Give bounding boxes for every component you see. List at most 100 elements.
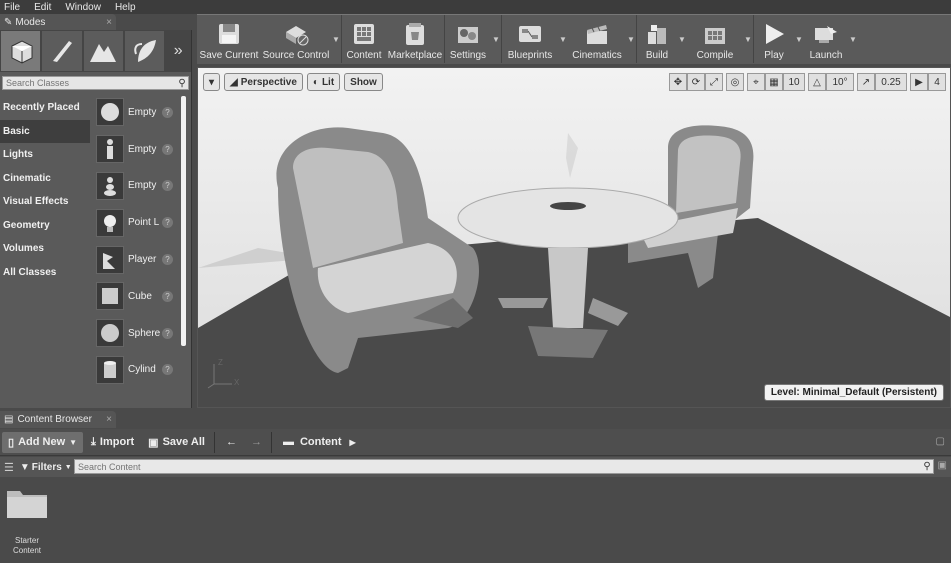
foliage-mode-button[interactable]	[125, 31, 165, 71]
level-viewport[interactable]: ▾ ◢ Perspective ◐ Lit Show ✥ ⟳ ⤢ ◎ ⌖ ▦ 10 …	[197, 67, 951, 408]
menu-edit[interactable]: Edit	[30, 2, 61, 13]
toolbar-divider	[213, 431, 215, 453]
back-button[interactable]: ←	[220, 432, 243, 453]
help-icon[interactable]: ?	[162, 180, 173, 192]
cube-icon	[96, 282, 124, 311]
compile-dropdown[interactable]: ▼	[743, 15, 753, 63]
breadcrumb[interactable]: ▬ Content ▶	[277, 432, 362, 453]
cinematics-button[interactable]: Cinematics	[568, 15, 626, 63]
perspective-icon: ◢	[230, 76, 238, 88]
play-dropdown[interactable]: ▼	[794, 15, 804, 63]
import-button[interactable]: ⤓ Import	[85, 432, 140, 453]
class-list-scrollbar[interactable]	[181, 96, 186, 346]
content-button[interactable]: Content	[342, 15, 386, 63]
list-item[interactable]: Point L ?	[92, 204, 178, 241]
category-recently-placed[interactable]: Recently Placed	[0, 96, 90, 120]
menu-help[interactable]: Help	[111, 2, 146, 13]
help-icon[interactable]: ?	[162, 327, 173, 339]
blueprints-button[interactable]: Blueprints	[502, 15, 558, 63]
item-label: Point L	[128, 217, 160, 229]
content-filter-bar: ☰ ▼ Filters ▼ ⚲ ▣	[0, 457, 951, 477]
lock-icon[interactable]: ▢	[936, 436, 945, 447]
category-all-classes[interactable]: All Classes	[0, 261, 90, 285]
menu-window[interactable]: Window	[61, 2, 111, 13]
cinematics-dropdown[interactable]: ▼	[626, 15, 636, 63]
blueprints-dropdown[interactable]: ▼	[558, 15, 568, 63]
category-basic[interactable]: Basic	[0, 119, 90, 143]
toolbar-divider	[270, 431, 272, 453]
help-icon[interactable]: ?	[162, 217, 173, 229]
list-item[interactable]: Cylind ?	[92, 352, 178, 389]
help-icon[interactable]: ?	[162, 254, 173, 266]
list-item[interactable]: Empty ?	[92, 131, 178, 168]
forward-button[interactable]: →	[245, 432, 268, 453]
save-all-button[interactable]: ▣ Save All	[142, 432, 211, 453]
settings-dropdown[interactable]: ▼	[491, 15, 501, 63]
filters-button[interactable]: ▼ Filters ▼	[18, 462, 78, 473]
category-visual-effects[interactable]: Visual Effects	[0, 190, 90, 214]
category-geometry[interactable]: Geometry	[0, 214, 90, 238]
marketplace-icon	[401, 20, 429, 48]
search-content-field[interactable]: ⚲	[74, 459, 934, 474]
chevron-down-icon: ▼	[64, 463, 72, 471]
help-icon[interactable]: ?	[162, 143, 173, 155]
player-start-icon	[96, 245, 124, 274]
menu-bar: File Edit Window Help	[0, 0, 951, 14]
search-classes-field[interactable]: ⚲	[2, 76, 189, 90]
class-item-list: Empty ? Empty ? Empty ? Point L ? Player…	[92, 94, 178, 408]
launch-button[interactable]: Launch	[804, 15, 848, 63]
list-item[interactable]: Player ?	[92, 241, 178, 278]
lit-button[interactable]: ◐ Lit	[306, 73, 341, 91]
light-bulb-icon	[96, 208, 124, 237]
more-modes-icon[interactable]: »	[165, 30, 191, 72]
launch-icon	[812, 20, 840, 48]
list-item[interactable]: Empty ?	[92, 168, 178, 205]
mode-icon-bar: »	[0, 30, 191, 72]
build-dropdown[interactable]: ▼	[677, 15, 687, 63]
save-icon: ▣	[148, 436, 159, 449]
search-icon: ⚲	[178, 77, 186, 89]
source-control-dropdown[interactable]: ▼	[331, 15, 341, 63]
modes-tab[interactable]: ✎ Modes ×	[0, 14, 116, 30]
help-icon[interactable]: ?	[162, 364, 173, 376]
compile-icon	[701, 20, 729, 48]
content-browser-tab[interactable]: ▤ Content Browser ×	[0, 411, 116, 428]
help-icon[interactable]: ?	[162, 290, 173, 302]
item-label: Empty	[128, 106, 157, 118]
save-current-button[interactable]: Save Current	[197, 15, 261, 63]
category-cinematic[interactable]: Cinematic	[0, 167, 90, 191]
empty-pawn-icon	[96, 171, 124, 200]
add-new-button[interactable]: ▯ Add New ▼	[2, 431, 84, 453]
landscape-mode-button[interactable]	[83, 31, 124, 71]
place-mode-button[interactable]	[1, 31, 41, 71]
play-button[interactable]: Play	[754, 15, 794, 63]
modes-tab-title: Modes	[15, 16, 46, 28]
launch-dropdown[interactable]: ▼	[848, 15, 858, 63]
source-control-button[interactable]: Source Control	[261, 15, 331, 63]
item-label: Cylind	[128, 364, 156, 376]
list-item[interactable]: Empty ?	[92, 94, 178, 131]
search-classes-input[interactable]	[3, 77, 176, 89]
category-lights[interactable]: Lights	[0, 143, 90, 167]
show-button[interactable]: Show	[344, 73, 383, 91]
marketplace-button[interactable]: Marketplace	[386, 15, 444, 63]
list-item[interactable]: Sphere ?	[92, 315, 178, 352]
settings-button[interactable]: Settings	[445, 15, 491, 63]
sources-toggle-icon[interactable]: ☰	[4, 461, 14, 474]
compile-button[interactable]: Compile	[687, 15, 743, 63]
paint-mode-button[interactable]	[42, 31, 82, 71]
place-cube-icon	[11, 40, 33, 64]
save-search-icon[interactable]: ▣	[938, 460, 947, 471]
perspective-button[interactable]: ◢ Perspective	[224, 73, 303, 91]
search-content-input[interactable]	[75, 461, 921, 472]
category-volumes[interactable]: Volumes	[0, 237, 90, 261]
menu-file[interactable]: File	[0, 2, 30, 13]
build-button[interactable]: Build	[637, 15, 677, 63]
list-item[interactable]: Cube ?	[92, 278, 178, 315]
folder-starter-content[interactable]: Starter Content	[6, 487, 48, 556]
axis-indicator: Z X	[206, 358, 246, 393]
help-icon[interactable]: ?	[162, 106, 173, 118]
close-icon[interactable]: ×	[106, 17, 112, 28]
viewport-options-dropdown[interactable]: ▾	[203, 73, 221, 91]
close-icon[interactable]: ×	[106, 414, 112, 425]
